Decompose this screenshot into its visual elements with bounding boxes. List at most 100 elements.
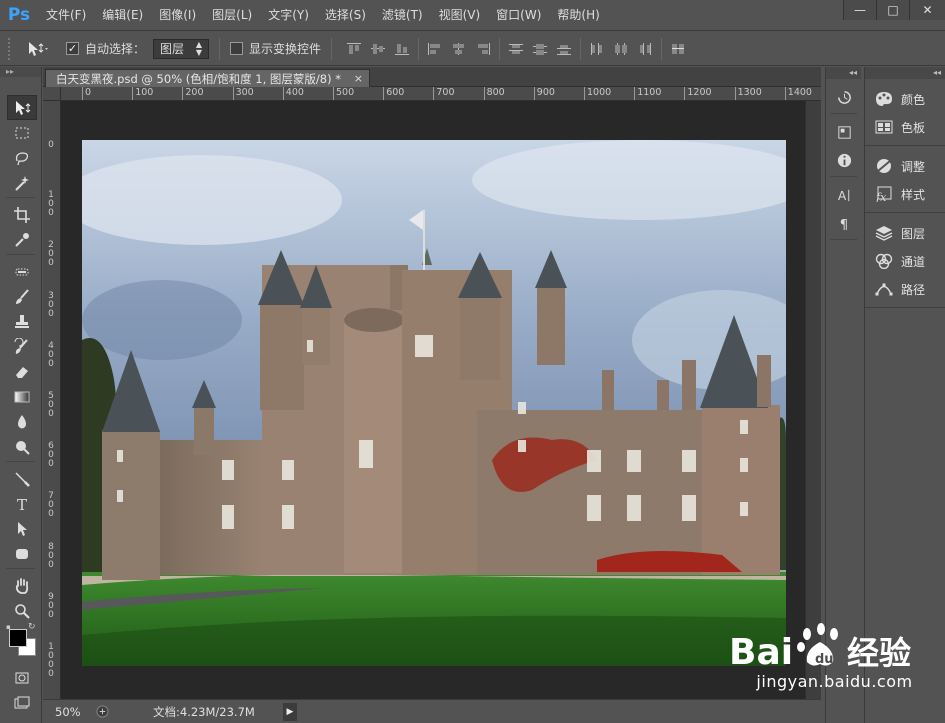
ruler-h-tick-label: 200 (182, 87, 204, 100)
distribute-vertical-centers-icon[interactable] (528, 39, 552, 59)
move-icon (16, 100, 31, 115)
minimize-button[interactable]: — (843, 0, 876, 20)
menu-filter[interactable]: 滤镜(T) (374, 0, 431, 31)
align-right-edges-icon[interactable] (471, 39, 495, 59)
canvas-area[interactable] (61, 101, 805, 699)
distribute-right-edges-icon[interactable] (633, 39, 657, 59)
zoom-level-field[interactable]: 50% (43, 705, 93, 719)
separator (499, 37, 501, 60)
marquee-tool[interactable] (7, 120, 37, 145)
options-bar-grip[interactable] (8, 37, 14, 60)
lasso-tool[interactable] (7, 145, 37, 170)
eyedropper-tool[interactable] (7, 227, 37, 252)
magic-wand-tool[interactable] (7, 170, 37, 195)
eraser-tool[interactable] (7, 359, 37, 384)
character-panel-icon[interactable]: A (830, 181, 858, 209)
type-tool[interactable]: T (7, 491, 37, 516)
swap-colors-icon[interactable]: ↻ (28, 622, 36, 632)
document-image[interactable] (82, 140, 786, 666)
foreground-color-swatch[interactable] (9, 629, 27, 647)
align-top-edges-icon[interactable] (342, 39, 366, 59)
channels-panel-tab[interactable]: 通道 (865, 247, 945, 275)
shape-tool[interactable] (7, 541, 37, 566)
show-transform-checkbox[interactable] (230, 42, 244, 55)
vertical-ruler[interactable]: 0 100 200 300 400 500 600 700 800 900 1000 (43, 101, 61, 699)
status-info-icon[interactable] (93, 703, 111, 721)
document-tab[interactable]: 白天变黑夜.psd @ 50% (色相/饱和度 1, 图层蒙版/8) * × (45, 69, 370, 87)
tool-preset-picker[interactable] (26, 40, 66, 58)
close-button[interactable]: ✕ (909, 0, 945, 20)
magic-wand-icon (15, 175, 29, 191)
swatches-panel-tab[interactable]: 色板 (865, 113, 945, 141)
panel-dock-collapse-icon[interactable]: ◂◂ (826, 67, 861, 79)
document-tab-title: 白天变黑夜.psd @ 50% (色相/饱和度 1, 图层蒙版/8) * (56, 72, 341, 86)
align-bottom-edges-icon[interactable] (390, 39, 414, 59)
close-tab-icon[interactable]: × (354, 70, 363, 88)
align-left-edges-icon[interactable] (423, 39, 447, 59)
horizontal-ruler[interactable]: 0 100 200 300 400 500 600 700 800 900 1000 1100 1200… (61, 87, 821, 101)
color-panel-tab[interactable]: 颜色 (865, 85, 945, 113)
layers-panel-tab[interactable]: 图层 (865, 219, 945, 247)
properties-panel-icon[interactable] (830, 118, 858, 146)
history-panel-icon[interactable] (830, 83, 858, 111)
styles-panel-tab[interactable]: fx 样式 (865, 180, 945, 208)
menu-edit[interactable]: 编辑(E) (94, 0, 151, 31)
status-menu-arrow-icon[interactable]: ▶ (283, 702, 297, 721)
ruler-h-tick-label: 900 (533, 87, 555, 100)
pen-tool[interactable] (7, 466, 37, 491)
clone-stamp-tool[interactable] (7, 309, 37, 334)
ruler-origin[interactable] (43, 87, 61, 101)
menu-help[interactable]: 帮助(H) (549, 0, 607, 31)
hand-tool[interactable] (7, 573, 37, 598)
crop-tool[interactable] (7, 202, 37, 227)
ruler-v-tick-label: 800 (48, 541, 54, 570)
paths-panel-tab[interactable]: 路径 (865, 275, 945, 303)
auto-select-target-dropdown[interactable]: 图层 ▲ ▼ (153, 38, 210, 59)
menu-view[interactable]: 视图(V) (431, 0, 489, 31)
tools-panel-header[interactable]: ▸▸ (0, 67, 41, 77)
auto-select-checkbox[interactable]: ✓ (66, 42, 79, 55)
history-brush-tool[interactable] (7, 334, 37, 359)
move-tool-icon (29, 41, 48, 56)
brush-tool[interactable] (7, 284, 37, 309)
quick-mask-tool[interactable] (7, 665, 37, 690)
move-tool[interactable] (7, 95, 37, 120)
quick-mask-icon (15, 672, 29, 683)
zoom-tool[interactable] (7, 598, 37, 623)
ruler-v-tick-label: 600 (48, 441, 54, 470)
gradient-tool[interactable] (7, 384, 37, 409)
rectangle-shape-icon (16, 548, 28, 559)
blur-tool[interactable] (7, 409, 37, 434)
menu-image[interactable]: 图像(I) (151, 0, 204, 31)
menu-type[interactable]: 文字(Y) (260, 0, 317, 31)
screen-mode-tool[interactable] (7, 690, 37, 715)
ruler-h-tick-label: 1200 (684, 87, 712, 100)
paragraph-panel-icon[interactable]: ¶ (830, 209, 858, 237)
auto-align-layers-icon[interactable] (666, 39, 690, 59)
path-selection-tool[interactable] (7, 516, 37, 541)
dodge-tool[interactable] (7, 434, 37, 459)
menu-window[interactable]: 窗口(W) (488, 0, 549, 31)
swatches-panel-label: 色板 (901, 120, 926, 135)
menu-file[interactable]: 文件(F) (38, 0, 94, 31)
distribute-top-edges-icon[interactable] (504, 39, 528, 59)
panel-dock-collapse-icon[interactable]: ◂◂ (865, 67, 945, 79)
info-panel-icon[interactable] (830, 146, 858, 174)
adjustments-panel-label: 调整 (901, 159, 926, 174)
show-transform-label: 显示变换控件 (249, 42, 322, 56)
distribute-horizontal-centers-icon[interactable] (609, 39, 633, 59)
adjustments-panel-group: 调整 fx 样式 (865, 146, 945, 213)
ruler-h-tick-label: 400 (282, 87, 304, 100)
menu-select[interactable]: 选择(S) (317, 0, 374, 31)
maximize-button[interactable]: □ (876, 0, 909, 20)
menu-layer[interactable]: 图层(L) (204, 0, 260, 31)
distribute-bottom-edges-icon[interactable] (552, 39, 576, 59)
distribute-left-edges-icon[interactable] (585, 39, 609, 59)
align-horizontal-centers-icon[interactable] (447, 39, 471, 59)
align-vertical-centers-icon[interactable] (366, 39, 390, 59)
layers-panel-group: 图层 通道 路径 (865, 213, 945, 308)
adjustments-panel-tab[interactable]: 调整 (865, 152, 945, 180)
lasso-icon (15, 151, 29, 165)
vertical-scrollbar[interactable] (805, 101, 821, 699)
healing-brush-tool[interactable] (7, 259, 37, 284)
